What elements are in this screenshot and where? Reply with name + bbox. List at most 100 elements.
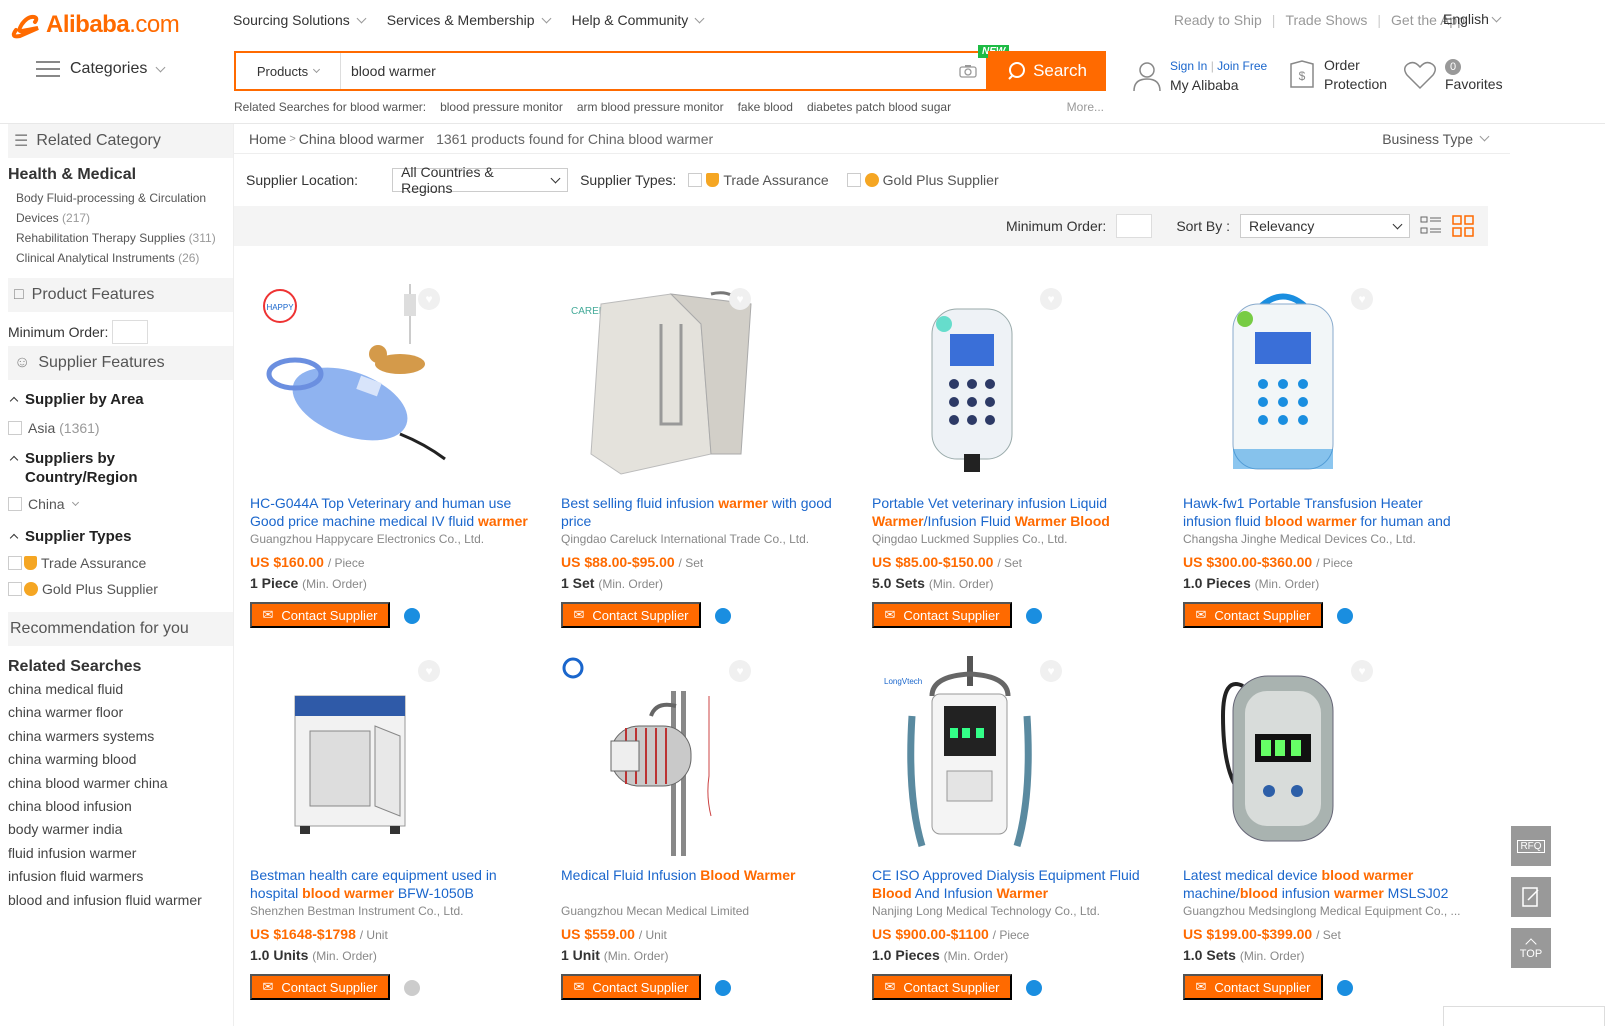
chat-icon[interactable]	[715, 980, 731, 996]
search-input[interactable]	[341, 53, 950, 89]
gold-plus-checkbox[interactable]	[8, 582, 22, 596]
contact-supplier-button[interactable]: ✉ Contact Supplier	[872, 974, 1012, 1000]
breadcrumb-current[interactable]: China blood warmer	[299, 131, 424, 147]
trade-assurance-checkbox[interactable]	[688, 173, 703, 187]
supplier-name-link[interactable]: Guangzhou Happycare Electronics Co., Ltd…	[250, 532, 535, 546]
favorite-heart-icon[interactable]: ♥	[1040, 288, 1062, 310]
related-search-link[interactable]: fake blood	[738, 100, 793, 114]
trade-assurance-checkbox[interactable]	[8, 556, 22, 570]
supplier-name-link[interactable]: Guangzhou Medsinglong Medical Equipment …	[1183, 904, 1468, 918]
product-title-link[interactable]: HC-G044A Top Veterinary and human use Go…	[250, 494, 535, 530]
back-to-top-button[interactable]: TOP	[1511, 928, 1551, 968]
supplier-name-link[interactable]: Nanjing Long Medical Technology Co., Ltd…	[872, 904, 1157, 918]
related-more-link[interactable]: More...	[1067, 100, 1104, 114]
product-image[interactable]: LongVtech ♥	[872, 656, 1072, 856]
subcategory-rehabilitation[interactable]: Rehabilitation Therapy Supplies (311)	[8, 228, 233, 248]
contact-supplier-button[interactable]: ✉ Contact Supplier	[872, 602, 1012, 628]
favorite-heart-icon[interactable]: ♥	[1351, 660, 1373, 682]
product-image[interactable]: ♥	[561, 656, 761, 856]
related-search-item[interactable]: china medical fluid	[8, 678, 233, 701]
related-search-item[interactable]: infusion fluid warmers	[8, 865, 233, 888]
chat-icon[interactable]	[715, 608, 731, 624]
related-search-item[interactable]: china warming blood	[8, 748, 233, 771]
nav-sourcing-solutions[interactable]: Sourcing Solutions	[233, 12, 367, 28]
region-select[interactable]: All Countries & Regions	[392, 164, 569, 196]
supplier-name-link[interactable]: Shenzhen Bestman Instrument Co., Ltd.	[250, 904, 535, 918]
supplier-name-link[interactable]: Changsha Jinghe Medical Devices Co., Ltd…	[1183, 532, 1468, 546]
search-button[interactable]: Search	[988, 51, 1106, 91]
nav-help-community[interactable]: Help & Community	[572, 12, 705, 28]
supplier-by-area-toggle[interactable]: Supplier by Area	[8, 390, 233, 409]
supplier-name-link[interactable]: Guangzhou Mecan Medical Limited	[561, 904, 846, 918]
trade-assurance-option[interactable]: Trade Assurance	[8, 552, 233, 574]
trade-shows-link[interactable]: Trade Shows	[1285, 12, 1367, 28]
favorite-heart-icon[interactable]: ♥	[729, 660, 751, 682]
language-selector[interactable]: English	[1443, 11, 1502, 27]
favorite-heart-icon[interactable]: ♥	[418, 288, 440, 310]
related-search-item[interactable]: body warmer india	[8, 818, 233, 841]
alibaba-logo[interactable]: Alibaba.com	[8, 8, 180, 42]
grid-view-icon[interactable]	[1452, 215, 1474, 237]
related-search-link[interactable]: blood pressure monitor	[440, 100, 563, 114]
contact-supplier-button[interactable]: ✉ Contact Supplier	[1183, 602, 1323, 628]
minimum-order-input[interactable]	[1116, 214, 1153, 238]
related-search-item[interactable]: blood and infusion fluid warmer	[8, 889, 233, 912]
favorite-heart-icon[interactable]: ♥	[1040, 660, 1062, 682]
contact-supplier-button[interactable]: ✉ Contact Supplier	[561, 602, 701, 628]
product-image[interactable]: ♥	[250, 656, 450, 856]
favorite-heart-icon[interactable]: ♥	[1351, 288, 1373, 310]
breadcrumb-home[interactable]: Home	[249, 131, 286, 147]
chat-icon[interactable]	[1026, 980, 1042, 996]
nav-services-membership[interactable]: Services & Membership	[387, 12, 552, 28]
sort-select[interactable]: Relevancy	[1240, 214, 1410, 238]
contact-supplier-button[interactable]: ✉ Contact Supplier	[561, 974, 701, 1000]
related-search-item[interactable]: china blood infusion	[8, 795, 233, 818]
favorite-heart-icon[interactable]: ♥	[729, 288, 751, 310]
supplier-name-link[interactable]: Qingdao Luckmed Supplies Co., Ltd.	[872, 532, 1157, 546]
asia-checkbox[interactable]	[8, 421, 22, 435]
gold-plus-checkbox[interactable]	[846, 173, 861, 187]
product-image[interactable]: ♥	[872, 284, 1072, 484]
trade-assurance-filter[interactable]: Trade Assurance	[688, 169, 829, 191]
categories-menu[interactable]: Categories	[36, 60, 166, 78]
chat-icon[interactable]	[1337, 980, 1353, 996]
product-title-link[interactable]: Portable Vet veterinary infusion Liquid …	[872, 494, 1157, 530]
min-order-input[interactable]	[112, 320, 149, 344]
related-search-item[interactable]: china warmers systems	[8, 725, 233, 748]
chat-icon[interactable]	[404, 980, 420, 996]
business-type-dropdown[interactable]: Business Type	[1382, 131, 1490, 147]
join-free-link[interactable]: Join Free	[1217, 59, 1267, 73]
product-title-link[interactable]: Best selling fluid infusion warmer with …	[561, 494, 846, 530]
product-title-link[interactable]: Bestman health care equipment used in ho…	[250, 866, 535, 902]
area-asia-option[interactable]: Asia (1361)	[8, 417, 233, 439]
supplier-name-link[interactable]: Qingdao Careluck International Trade Co.…	[561, 532, 846, 546]
gold-plus-option[interactable]: Gold Plus Supplier	[8, 578, 233, 600]
suppliers-by-country-toggle[interactable]: Suppliers by Country/Region	[8, 449, 233, 487]
product-image[interactable]: HAPPY ♥	[250, 284, 450, 484]
product-title-link[interactable]: Medical Fluid Infusion Blood Warmer	[561, 866, 846, 902]
sign-in-link[interactable]: Sign In	[1170, 59, 1207, 73]
category-health-medical[interactable]: Health & Medical	[8, 158, 233, 188]
product-title-link[interactable]: Latest medical device blood warmer machi…	[1183, 866, 1468, 902]
related-search-item[interactable]: fluid infusion warmer	[8, 842, 233, 865]
order-protection-link[interactable]: $ Order Protection	[1288, 56, 1387, 94]
messenger-panel-tab[interactable]	[1443, 1006, 1605, 1026]
product-title-link[interactable]: Hawk-fw1 Portable Transfusion Heater inf…	[1183, 494, 1468, 530]
related-search-link[interactable]: arm blood pressure monitor	[577, 100, 724, 114]
feedback-button[interactable]	[1511, 877, 1551, 917]
related-search-link[interactable]: diabetes patch blood sugar	[807, 100, 951, 114]
camera-icon[interactable]	[950, 53, 986, 89]
product-title-link[interactable]: CE ISO Approved Dialysis Equipment Fluid…	[872, 866, 1157, 902]
product-image[interactable]: CARELUCK ♥	[561, 284, 761, 484]
related-search-item[interactable]: china blood warmer china	[8, 772, 233, 795]
chat-icon[interactable]	[1026, 608, 1042, 624]
ready-to-ship-link[interactable]: Ready to Ship	[1174, 12, 1262, 28]
subcategory-clinical-analytical[interactable]: Clinical Analytical Instruments (26)	[8, 248, 233, 268]
chat-icon[interactable]	[404, 608, 420, 624]
search-type-select[interactable]: Products	[236, 53, 341, 89]
favorites-link[interactable]: 0 Favorites	[1403, 56, 1503, 94]
list-view-icon[interactable]	[1420, 215, 1442, 237]
product-image[interactable]: ♥	[1183, 284, 1383, 484]
my-alibaba-link[interactable]: My Alibaba	[1170, 77, 1238, 93]
supplier-types-toggle[interactable]: Supplier Types	[8, 527, 233, 546]
